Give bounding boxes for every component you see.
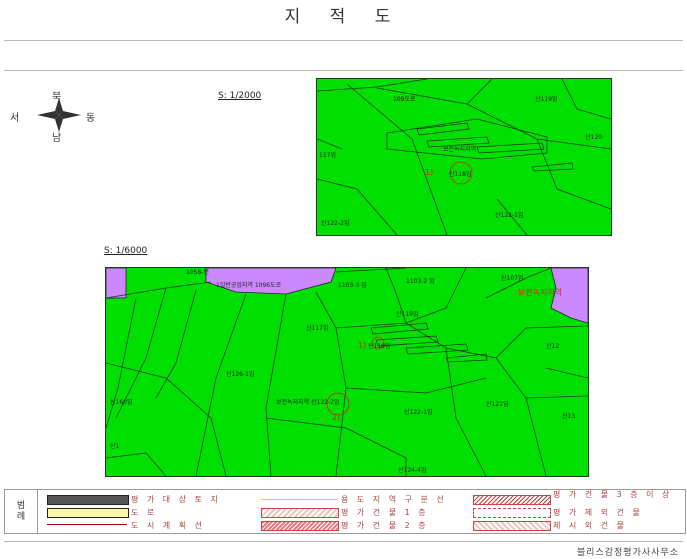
- legend-swatch-unlisted-building: [473, 521, 551, 531]
- large-map-label: 산121임: [486, 400, 509, 408]
- large-map-label: 1일반공업지역 1096도로: [216, 281, 282, 289]
- large-map-label: 산124-4임: [398, 466, 426, 474]
- title-divider: [4, 40, 683, 41]
- large-map-label: 산160임: [110, 398, 133, 406]
- small-map-label: 산118임: [449, 170, 472, 178]
- small-map-label: 산119임: [535, 95, 558, 103]
- large-map-label: 산118임: [368, 342, 391, 350]
- legend-item-unlisted-building: 제 시 외 건 물: [553, 521, 627, 530]
- legend-swatch-building-3f: [473, 495, 551, 505]
- map-legend: 범 례 평 가 대 상 토 지 도 로 도 시 계 획 선 용 도 지 역 구 …: [4, 489, 686, 534]
- small-map-label: 산122-1임: [495, 211, 523, 219]
- compass-west: 서: [10, 113, 20, 124]
- legend-item-building-2f: 평 가 건 물 2 층: [341, 521, 429, 530]
- compass-rose-icon: [37, 98, 81, 132]
- small-map[interactable]: 109도로 산119임 산120 보전녹지지역 117임 1) 산118임 산1…: [316, 78, 612, 236]
- compass-east: 동: [86, 113, 96, 124]
- large-map-label: 산122-1임: [404, 408, 432, 416]
- large-map-label: 산13: [562, 412, 575, 420]
- large-map[interactable]: 1058-전 1일반공업지역 1096도로 1103-3 임 1103-2 임 …: [105, 267, 589, 477]
- legend-item-excluded-building: 평 가 제 외 건 물: [553, 508, 643, 517]
- large-map-label: 산107임: [501, 274, 524, 282]
- large-map-label: 산119임: [396, 310, 419, 318]
- large-map-label: 보전녹지지역 산122-2임: [276, 398, 340, 406]
- legend-swatch-building-2f: [261, 521, 339, 531]
- small-map-label: 보전녹지지역: [443, 145, 476, 153]
- legend-item-building-3f: 평 가 건 물 3 층 이 상: [553, 490, 673, 499]
- small-map-scale: S: 1/2000: [218, 91, 262, 101]
- large-map-label: 산1: [110, 442, 120, 450]
- header-divider: [4, 70, 683, 71]
- legend-swatch-building-1f: [261, 508, 339, 518]
- small-map-label: 산120: [585, 133, 602, 141]
- footer-divider: [4, 541, 683, 542]
- small-map-label: 산122-2임: [321, 219, 349, 227]
- large-map-label: 1103-2 임: [406, 277, 435, 285]
- legend-item-road: 도 로: [131, 508, 158, 517]
- small-map-label: 117임: [319, 151, 336, 159]
- large-map-label: 1058-전: [186, 268, 209, 276]
- large-map-label: 1103-3 임: [338, 281, 367, 289]
- large-map-marker: 1): [358, 341, 366, 350]
- legend-item-subject-land: 평 가 대 상 토 지: [131, 495, 221, 504]
- large-map-label: 산126-1임: [226, 370, 254, 378]
- legend-item-zone-line: 용 도 지 역 구 분 선: [341, 495, 447, 504]
- large-map-label: 산12: [546, 342, 559, 350]
- small-map-label: 109도로: [393, 96, 416, 103]
- large-map-label: 산117임: [306, 324, 329, 332]
- large-map-label: 보전녹지지역: [518, 287, 562, 297]
- legend-swatch-subject-land: [47, 495, 129, 505]
- legend-item-urban-plan-line: 도 시 계 획 선: [131, 521, 205, 530]
- legend-side-label: 범 례: [5, 490, 38, 533]
- legend-swatch-road: [47, 508, 129, 518]
- compass: 북 남 서 동: [10, 88, 100, 148]
- large-map-scale: S: 1/6000: [104, 246, 148, 256]
- large-map-marker: 2): [332, 413, 340, 422]
- legend-swatch-urban-plan-line: [47, 524, 127, 525]
- legend-swatch-excluded-building: [473, 508, 551, 518]
- small-map-marker: 1): [425, 168, 433, 177]
- page-title: 지 적 도: [284, 7, 403, 27]
- small-map-labels: 109도로 산119임 산120 보전녹지지역 117임 1) 산118임 산1…: [319, 95, 602, 227]
- legend-item-building-1f: 평 가 건 물 1 층: [341, 508, 429, 517]
- legend-swatch-zone-line: [261, 499, 337, 500]
- footer-office-name: 블리스감정평가사사무소: [576, 548, 679, 558]
